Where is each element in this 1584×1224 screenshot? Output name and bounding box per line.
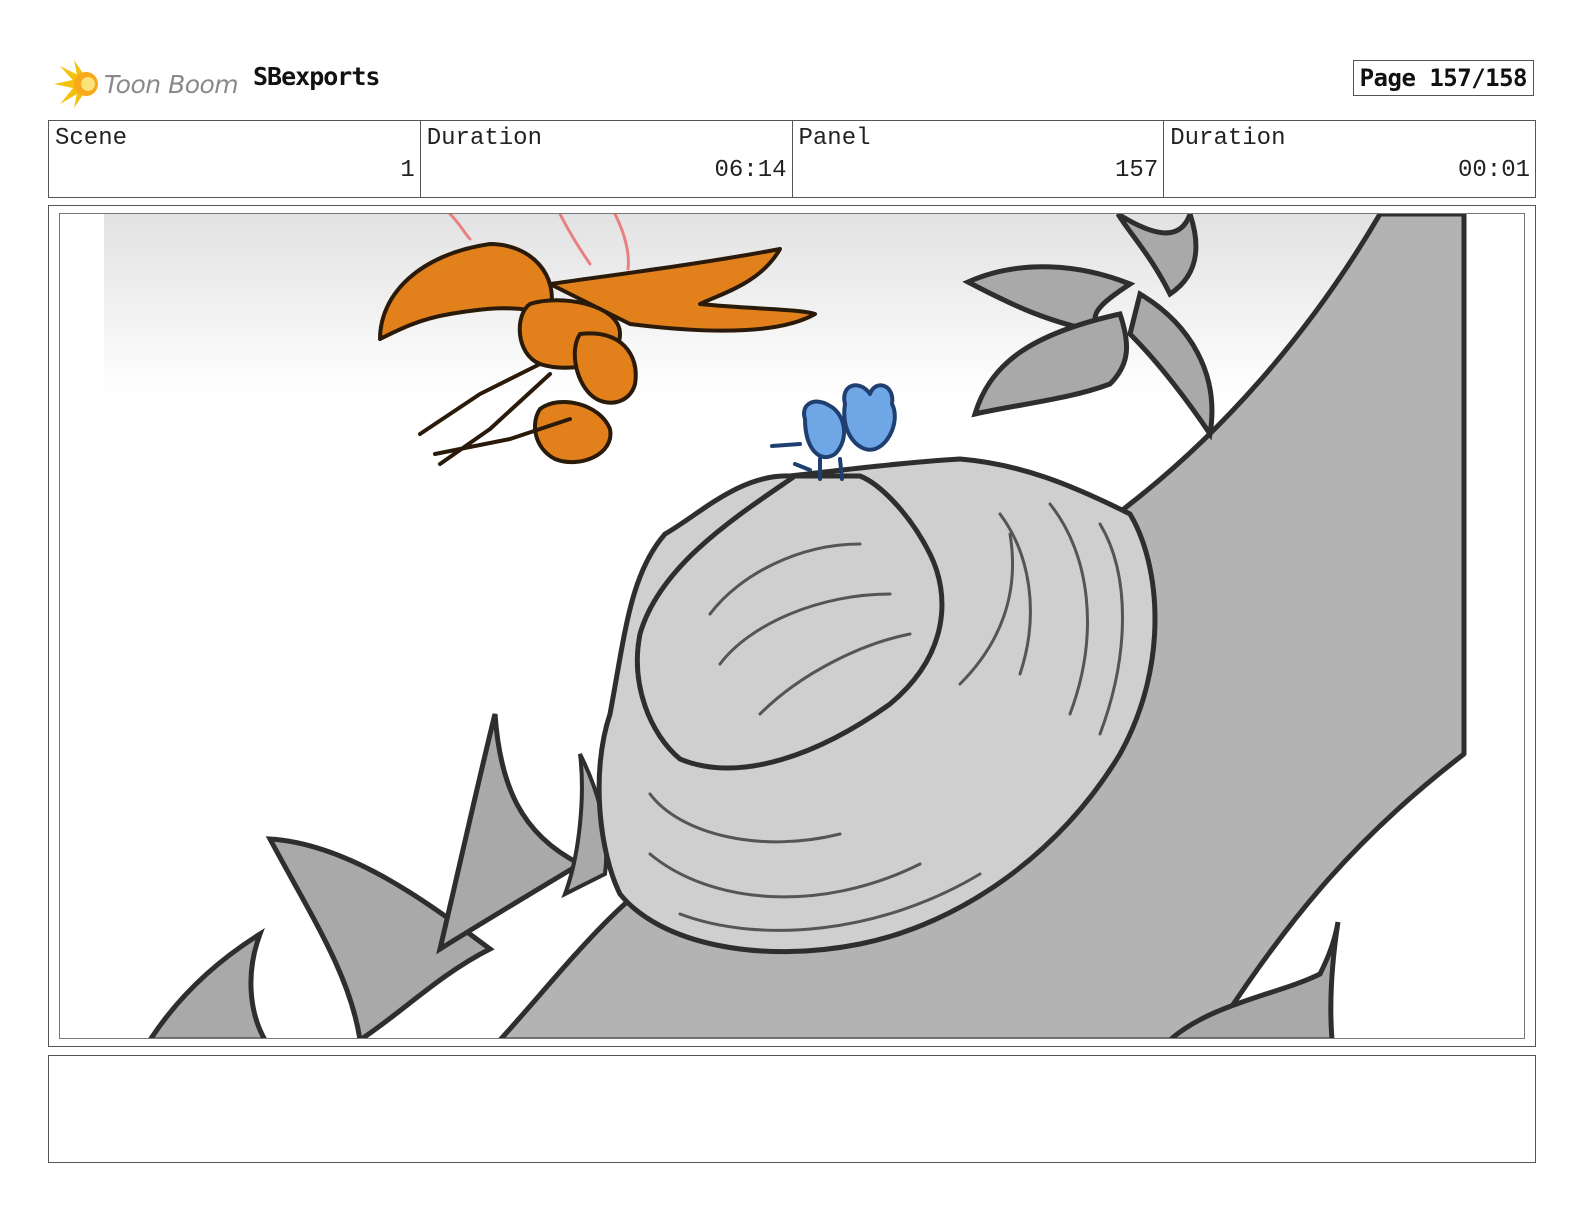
toon-boom-logo: Toon Boom [52, 58, 242, 110]
bug-body [802, 399, 846, 460]
panel-duration-label: Duration [1170, 125, 1286, 152]
panel-notes-box [48, 1055, 1536, 1163]
scene-label: Scene [55, 125, 128, 152]
panel-cell: Panel 157 [793, 121, 1165, 197]
starburst-icon [54, 60, 98, 108]
panel-frame [48, 205, 1536, 1047]
scene-value: 1 [400, 157, 415, 184]
page-header: Toon Boom SBexports Page 157/158 [48, 52, 1536, 110]
project-title: SBexports [253, 62, 380, 91]
page-indicator: Page 157/158 [1352, 60, 1534, 96]
panel-duration-cell: Duration 00:01 [1164, 121, 1535, 197]
scene-duration-value: 06:14 [714, 157, 787, 184]
panel-value: 157 [1115, 157, 1159, 184]
bug-wings [842, 383, 897, 452]
scene-cell: Scene 1 [49, 121, 421, 197]
scene-duration-cell: Duration 06:14 [421, 121, 793, 197]
storyboard-drawing [104, 214, 1467, 1038]
brand-name: Toon Boom [104, 70, 239, 99]
scene-duration-label: Duration [426, 125, 542, 152]
scene-info-row: Scene 1 Duration 06:14 Panel 157 Duratio… [48, 120, 1536, 198]
panel-label: Panel [798, 125, 871, 152]
storyboard-image [59, 213, 1525, 1039]
panel-duration-value: 00:01 [1457, 157, 1530, 184]
